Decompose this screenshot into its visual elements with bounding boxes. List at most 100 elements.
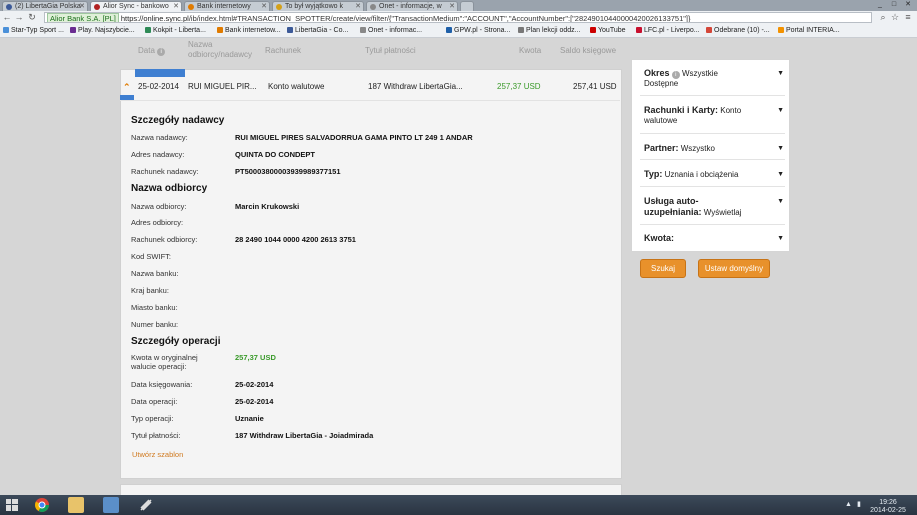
browser-tab-onet[interactable]: Onet - informacje, w ✕	[366, 1, 458, 11]
divider	[640, 186, 785, 187]
dropdown-arrow-icon: ▼	[777, 235, 784, 242]
url-path: /ib/index.html#TRANSACTION_SPOTTER/creat…	[188, 14, 691, 23]
bookmark-item[interactable]: Kokpit - Liberta...	[145, 26, 206, 36]
star-icon[interactable]: ☆	[890, 12, 900, 23]
payment-title-label: Tytuł płatności:	[131, 431, 181, 440]
facebook-icon	[6, 4, 12, 10]
column-header-date[interactable]: Data i	[138, 46, 166, 56]
maximize-button[interactable]: □	[888, 0, 900, 9]
bookmark-item[interactable]: Onet - informac...	[360, 26, 422, 36]
divider	[640, 133, 785, 134]
close-tab-icon[interactable]: ✕	[173, 2, 179, 11]
row-title[interactable]: 187 Withdraw LibertaGia...	[368, 82, 463, 92]
selection-indicator	[135, 69, 185, 77]
zoom-icon[interactable]: ⌕	[878, 12, 888, 23]
filter-panel: Okres i Wszystkie Dostępne ▼ Rachunki i K…	[631, 59, 790, 252]
search-button[interactable]: Szukaj	[640, 259, 686, 278]
clock[interactable]: 19:26 2014-02-25	[866, 499, 910, 515]
app-icon[interactable]	[138, 497, 154, 513]
bookmarks-bar: Star-Typ Sport ... Play. Najszybcie... K…	[0, 25, 917, 38]
bank-name-label: Nazwa banku:	[131, 269, 179, 278]
info-icon: i	[157, 48, 166, 56]
row-account[interactable]: Konto walutowe	[268, 82, 324, 92]
browser-tab-libertagia[interactable]: (2) LibertaGia Polska ✕	[2, 1, 88, 11]
divider	[640, 224, 785, 225]
back-arrow-icon[interactable]: ←	[2, 12, 12, 23]
tray-arrow-icon[interactable]: ▲	[845, 501, 852, 509]
row-amount[interactable]: 257,37 USD	[497, 82, 541, 92]
sender-name-value: RUI MIGUEL PIRES SALVADORRUA GAMA PINTO …	[235, 133, 473, 142]
operation-heading: Szczegóły operacji	[131, 336, 221, 347]
bookmark-item[interactable]: Play. Najszybcie...	[70, 26, 135, 36]
row-balance[interactable]: 257,41 USD	[573, 82, 617, 92]
chrome-icon[interactable]	[34, 497, 50, 513]
kokpit-icon	[145, 27, 151, 33]
divider	[640, 159, 785, 160]
minimize-button[interactable]: _	[874, 0, 886, 9]
bookmark-item[interactable]: Plan lekcji oddz...	[518, 26, 580, 36]
column-header-title[interactable]: Tytuł płatności	[365, 46, 416, 56]
booking-date-value: 25-02-2014	[235, 380, 274, 389]
url-host: https://online.sync.pl	[120, 14, 189, 23]
column-header-amount[interactable]: Kwota	[519, 46, 541, 56]
info-icon: i	[671, 71, 680, 79]
close-tab-icon[interactable]: ✕	[355, 2, 361, 11]
close-tab-icon[interactable]: ✕	[261, 2, 267, 11]
divider	[640, 95, 785, 96]
bookmark-item[interactable]: Star-Typ Sport ...	[3, 26, 64, 36]
create-template-link[interactable]: Utwórz szablon	[132, 450, 183, 459]
filter-type[interactable]: Typ: Uznania i obciążenia ▼	[644, 169, 784, 180]
new-tab-button[interactable]	[460, 1, 474, 11]
set-default-button[interactable]: Ustaw domyślny	[698, 259, 770, 278]
chevron-up-icon[interactable]: ⌃	[123, 82, 131, 93]
browser-tab-alior[interactable]: Alior Sync - bankowo ✕	[90, 1, 182, 11]
filter-autocomplete[interactable]: Usługa auto-uzupełniania: Wyświetlaj ▼	[644, 196, 784, 218]
operation-date-label: Data operacji:	[131, 397, 178, 406]
bank-city-label: Miasto banku:	[131, 303, 178, 312]
bookmark-item[interactable]: YouTube	[590, 26, 626, 36]
url-input[interactable]: Alior Bank S.A. [PL] https://online.sync.…	[44, 12, 872, 23]
play-icon	[70, 27, 76, 33]
original-amount-value: 257,37 USD	[235, 353, 276, 362]
bookmark-item[interactable]: Portal INTERIA...	[778, 26, 840, 36]
operation-date-value: 25-02-2014	[235, 397, 274, 406]
browser-tab-wyjatkowo[interactable]: To był wyjątkowo k ✕	[272, 1, 364, 11]
file-explorer-icon[interactable]	[68, 497, 84, 513]
filter-accounts[interactable]: Rachunki i Karty: Konto walutowe ▼	[644, 105, 784, 126]
youtube-icon	[590, 27, 596, 33]
bookmark-item[interactable]: Bank internetow...	[217, 26, 281, 36]
reload-icon[interactable]: ↻	[27, 12, 37, 23]
bookmark-item[interactable]: Odebrane (10) -...	[706, 26, 770, 36]
lfc-icon	[636, 27, 642, 33]
filter-amount[interactable]: Kwota: ▼	[644, 233, 784, 244]
filter-period[interactable]: Okres i Wszystkie Dostępne ▼	[644, 68, 784, 89]
row-counterparty[interactable]: RUI MIGUEL PIR...	[188, 82, 257, 92]
windows-start-icon[interactable]	[4, 497, 20, 513]
filter-partner[interactable]: Partner: Wszystko ▼	[644, 143, 784, 154]
forward-arrow-icon[interactable]: →	[14, 12, 24, 23]
column-header-balance[interactable]: Saldo księgowe	[560, 46, 616, 56]
bookmark-item[interactable]: GPW.pl - Strona...	[446, 26, 510, 36]
column-header-counterparty[interactable]: Nazwa odbiorcy/nadawcy	[188, 40, 252, 60]
browser-tab-bank[interactable]: Bank internetowy ✕	[184, 1, 270, 11]
bookmark-item[interactable]: LFC.pl - Liverpo...	[636, 26, 700, 36]
dropdown-arrow-icon: ▼	[777, 70, 784, 77]
column-header-account[interactable]: Rachunek	[265, 46, 301, 56]
recipient-name-label: Nazwa odbiorcy:	[131, 202, 187, 211]
operation-type-value: Uznanie	[235, 414, 264, 423]
menu-icon[interactable]: ≡	[903, 12, 913, 23]
row-date[interactable]: 25-02-2014	[138, 82, 179, 92]
close-tab-icon[interactable]: ✕	[79, 2, 85, 11]
bookmark-item[interactable]: LibertaGia - Co...	[287, 26, 348, 36]
close-tab-icon[interactable]: ✕	[449, 2, 455, 11]
row-divider	[120, 100, 620, 101]
computer-icon[interactable]	[103, 497, 119, 513]
dropdown-arrow-icon: ▼	[777, 171, 784, 178]
transaction-detail-card	[120, 69, 622, 479]
bank-number-label: Numer banku:	[131, 320, 179, 329]
bank-icon	[217, 27, 223, 33]
close-window-button[interactable]: ✕	[902, 0, 914, 9]
operation-type-label: Typ operacji:	[131, 414, 174, 423]
network-icon[interactable]: ▮	[857, 501, 861, 509]
page-icon	[276, 4, 282, 10]
